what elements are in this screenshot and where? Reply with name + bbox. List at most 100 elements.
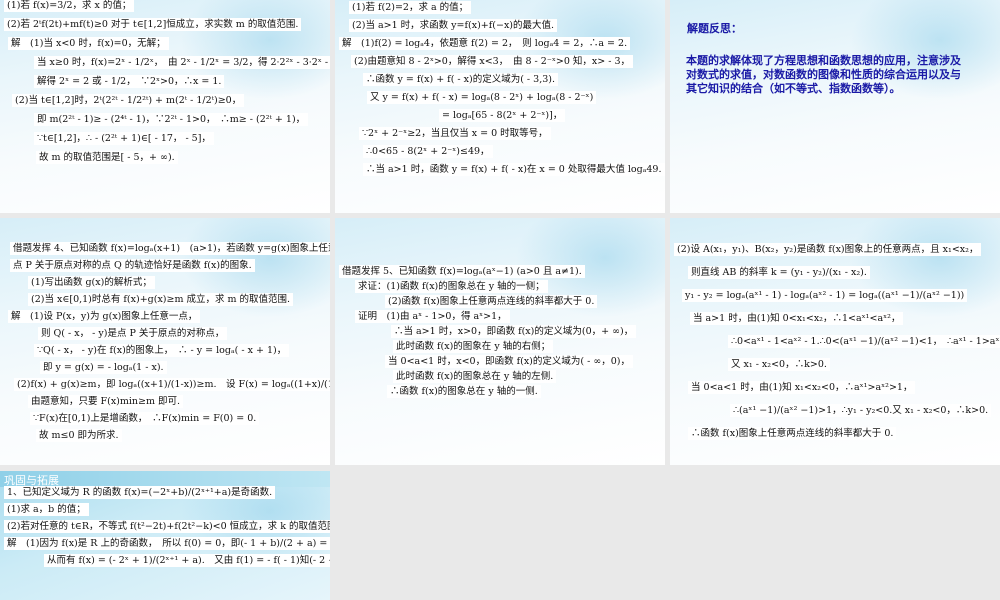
slide-text: 此时函数 f(x)的图象总在 y 轴的左侧. [393, 370, 557, 383]
slide-text-line: ∴当 a>1 时，函数 y = f(x) + f( - x)在 x = 0 处取… [339, 163, 665, 176]
slide-text-line: (2)当 t∈[1,2]时，2ᵗ(2²ᵗ - 1/2²ᵗ) + m(2ᵗ - 1… [4, 94, 326, 107]
slide-text-line: (2)f(x) + g(x)≥m，即 logₐ((x+1)/(1-x))≥m. … [4, 378, 330, 391]
slide-text-line: ∴函数 y = f(x) + f( - x)的定义域为( - 3,3). [339, 73, 661, 86]
slide-text: 则直线 AB 的斜率 k = (y₁ - y₂)/(x₁ - x₂). [688, 266, 870, 279]
slide-text: 又 x₁ - x₂<0，∴k>0. [728, 358, 830, 371]
slide-text: ∴0<65 - 8(2ˣ + 2⁻ˣ)≤49， [363, 145, 493, 158]
slide-thumbnail-6[interactable]: (2)设 A(x₁，y₁)、B(x₂，y₂)是函数 f(x)图象上的任意两点，且… [670, 218, 1000, 465]
slide-text: 当 0<a<1 时，由(1)知 x₁<x₂<0，∴aˣ¹>aˣ²>1， [688, 381, 916, 394]
slide-text-line: ∴函数 f(x)的图象总在 y 轴的一侧. [339, 385, 661, 398]
slide-text: ∵2ˣ + 2⁻ˣ≥2，当且仅当 x = 0 时取等号， [359, 127, 551, 140]
slide-text: ∵F(x)在[0,1)上是增函数， ∴F(x)min = F(0) = 0. [30, 412, 260, 425]
slide-text: (1)求 a，b 的值； [4, 503, 89, 516]
slide-text-line: (2)若对任意的 t∈R，不等式 f(t²−2t)+f(2t²−k)<0 恒成立… [4, 520, 330, 533]
slide-text: 即 m(2²ᵗ - 1)≥ - (2⁴ᵗ - 1)，∵2²ᵗ - 1>0， ∴m… [34, 113, 309, 126]
slide-text-line: (1)若 f(2)=2，求 a 的值； [339, 1, 661, 14]
slide-content: 借题发挥 5、已知函数 f(x)=logₐ(aˣ−1) (a>0 且 a≠1).… [335, 218, 665, 403]
slide-thumbnail-5[interactable]: 借题发挥 5、已知函数 f(x)=logₐ(aˣ−1) (a>0 且 a≠1).… [335, 218, 665, 465]
slide-content: (1)若 f(2)=2，求 a 的值； (2)当 a>1 时，求函数 y=f(x)… [335, 0, 665, 184]
slide-text-line: 解 (1)设 P(x，y)为 g(x)图象上任意一点， [4, 310, 326, 323]
slide-text-line: 当 a>1 时，由(1)知 0<x₁<x₂，∴1<aˣ¹<aˣ²， [674, 312, 996, 325]
slide-thumbnail-1[interactable]: (1)若 f(x)=3/2，求 x 的值； (2)若 2ᵗf(2t)+mf(t)≥… [0, 0, 330, 213]
slide-text-line: (1)写出函数 g(x)的解析式； [4, 276, 326, 289]
slide-text-line: 当 x≥0 时，f(x)=2ˣ - 1/2ˣ， 由 2ˣ - 1/2ˣ = 3/… [4, 56, 330, 69]
slide-text-line: ∴函数 f(x)图象上任意两点连线的斜率都大于 0. [674, 427, 996, 440]
slide-content: 借题发挥 4、已知函数 f(x)=logₐ(x+1) (a>1)，若函数 y=g… [0, 218, 330, 449]
slide-text: 解 (1)f(2) = logₐ4，依题意 f(2) = 2， 则 logₐ4 … [339, 37, 631, 50]
slide-thumbnail-4[interactable]: 借题发挥 4、已知函数 f(x)=logₐ(x+1) (a>1)，若函数 y=g… [0, 218, 330, 465]
slide-text-line: (1)求 a，b 的值； [4, 503, 326, 516]
slide-text-line: 点 P 关于原点对称的点 Q 的轨迹恰好是函数 f(x)的图象. [4, 259, 326, 272]
slide-content: 1、已知定义域为 R 的函数 f(x)=(−2ˣ+b)/(2ˣ⁺¹+a)是奇函数… [0, 486, 330, 574]
slide-heading: 巩固与拓展 [0, 471, 330, 487]
slide-thumbnail-3[interactable]: 解题反思： 本题的求解体现了方程思想和函数思想的应用，注意涉及对数式的求值，对数… [670, 0, 1000, 213]
slide-text: ∴函数 f(x)的图象总在 y 轴的一侧. [387, 385, 541, 398]
slide-text-line: 故 m≤0 即为所求. [4, 429, 326, 442]
slide-text-line: (2)由题意知 8 - 2ˣ>0，解得 x<3， 由 8 - 2⁻ˣ>0 知，x… [339, 55, 661, 68]
slide-text: 借题发挥 5、已知函数 f(x)=logₐ(aˣ−1) (a>0 且 a≠1). [339, 265, 585, 278]
slide-text: (2)当 a>1 时，求函数 y=f(x)+f(−x)的最大值. [349, 19, 558, 32]
slide-text-line: 借题发挥 4、已知函数 f(x)=logₐ(x+1) (a>1)，若函数 y=g… [4, 242, 330, 255]
slide-text: 又 y = f(x) + f( - x) = logₐ(8 - 2ˣ) + lo… [367, 91, 597, 104]
slide-text-line: (2)设 A(x₁，y₁)、B(x₂，y₂)是函数 f(x)图象上的任意两点，且… [674, 243, 996, 256]
slide-text-line: = logₐ[65 - 8(2ˣ + 2⁻ˣ)]， [339, 109, 661, 122]
slide-text: (2)当 x∈[0,1)时总有 f(x)+g(x)≥m 成立，求 m 的取值范围… [28, 293, 294, 306]
slide-text-line: 此时函数 f(x)的图象总在 y 轴的左侧. [339, 370, 661, 383]
slide-text: 解 (1)因为 f(x)是 R 上的奇函数， 所以 f(0) = 0，即(- 1… [4, 537, 330, 550]
slide-text: ∴0<aˣ¹ - 1<aˣ² - 1.∴0<(aˣ¹ −1)/(aˣ² −1)<… [728, 335, 1000, 348]
slide-thumbnail-7[interactable]: 巩固与拓展 1、已知定义域为 R 的函数 f(x)=(−2ˣ+b)/(2ˣ⁺¹+… [0, 471, 330, 600]
slide-text: (2)由题意知 8 - 2ˣ>0，解得 x<3， 由 8 - 2⁻ˣ>0 知，x… [351, 55, 634, 68]
slide-text-line: 故 m 的取值范围是[ - 5，+ ∞). [4, 151, 326, 164]
slide-text: 点 P 关于原点对称的点 Q 的轨迹恰好是函数 f(x)的图象. [10, 259, 255, 272]
slide-text-line: 借题发挥 5、已知函数 f(x)=logₐ(aˣ−1) (a>0 且 a≠1). [339, 265, 661, 278]
slide-text: 求证：(1)函数 f(x)的图象总在 y 轴的一侧； [355, 280, 548, 293]
slide-text-line: 即 m(2²ᵗ - 1)≥ - (2⁴ᵗ - 1)，∵2²ᵗ - 1>0， ∴m… [4, 113, 326, 126]
slide-text: (1)若 f(2)=2，求 a 的值； [349, 1, 472, 14]
slide-thumbnail-2[interactable]: (1)若 f(2)=2，求 a 的值； (2)当 a>1 时，求函数 y=f(x)… [335, 0, 665, 213]
slide-text-line: y₁ - y₂ = logₐ(aˣ¹ - 1) - logₐ(aˣ² - 1) … [674, 289, 996, 302]
slide-text: 故 m≤0 即为所求. [36, 429, 122, 442]
slide-title: 解题反思： [687, 22, 742, 35]
slide-text: (2)当 t∈[1,2]时，2ᵗ(2²ᵗ - 1/2²ᵗ) + m(2ᵗ - 1… [12, 94, 245, 107]
slide-text: ∴函数 y = f(x) + f( - x)的定义域为( - 3,3). [363, 73, 558, 86]
slide-text: 则 Q( - x， - y)是点 P 关于原点的对称点， [38, 327, 228, 340]
slide-text: 即 y = g(x) = - logₐ(1 - x). [40, 361, 167, 374]
slide-text-line: ∵t∈[1,2]，∴ - (2²ᵗ + 1)∈[ - 17， - 5]， [4, 132, 326, 145]
slide-text: ∵t∈[1,2]，∴ - (2²ᵗ + 1)∈[ - 17， - 5]， [34, 132, 214, 145]
slide-text: ∴当 a>1 时，函数 y = f(x) + f( - x)在 x = 0 处取… [363, 163, 665, 176]
slide-text-line: (2)若 2ᵗf(2t)+mf(t)≥0 对于 t∈[1,2]恒成立，求实数 m… [4, 18, 326, 31]
slide-text: 从而有 f(x) = (- 2ˣ + 1)/(2ˣ⁺¹ + a). 又由 f(1… [44, 554, 330, 567]
slide-content: (2)设 A(x₁，y₁)、B(x₂，y₂)是函数 f(x)图象上的任意两点，且… [670, 218, 1000, 453]
slide-text: 证明 (1)由 aˣ - 1>0，得 aˣ>1， [355, 310, 510, 323]
slide-content: (1)若 f(x)=3/2，求 x 的值； (2)若 2ᵗf(2t)+mf(t)≥… [0, 0, 330, 173]
slide-text-line: 即 y = g(x) = - logₐ(1 - x). [4, 361, 326, 374]
slide-text-line: ∴当 a>1 时，x>0，即函数 f(x)的定义域为(0，+ ∞)， [339, 325, 661, 338]
slide-text-line: 又 y = f(x) + f( - x) = logₐ(8 - 2ˣ) + lo… [339, 91, 661, 104]
slide-text: (1)若 f(x)=3/2，求 x 的值； [4, 0, 135, 12]
slide-text: (2)函数 f(x)图象上任意两点连线的斜率都大于 0. [385, 295, 598, 308]
slide-text-line: ∵2ˣ + 2⁻ˣ≥2，当且仅当 x = 0 时取等号， [339, 127, 661, 140]
slide-text: 解 (1)设 P(x，y)为 g(x)图象上任意一点， [8, 310, 201, 323]
slide-text: 解 (1)当 x<0 时，f(x)=0，无解； [8, 37, 169, 50]
slide-text: ∴函数 f(x)图象上任意两点连线的斜率都大于 0. [688, 427, 897, 440]
slide-text: 由题意知，只要 F(x)min≥m 即可. [28, 395, 184, 408]
slide-text-line: ∵F(x)在[0,1)上是增函数， ∴F(x)min = F(0) = 0. [4, 412, 326, 425]
slide-text-line: ∴0<aˣ¹ - 1<aˣ² - 1.∴0<(aˣ¹ −1)/(aˣ² −1)<… [674, 335, 1000, 348]
slide-text-line: 1、已知定义域为 R 的函数 f(x)=(−2ˣ+b)/(2ˣ⁺¹+a)是奇函数… [4, 486, 326, 499]
slide-text-line: (2)函数 f(x)图象上任意两点连线的斜率都大于 0. [339, 295, 661, 308]
slide-text: ∵Q( - x， - y)在 f(x)的图象上， ∴ - y = logₐ( -… [34, 344, 290, 357]
slide-text: 1、已知定义域为 R 的函数 f(x)=(−2ˣ+b)/(2ˣ⁺¹+a)是奇函数… [4, 486, 276, 499]
slide-text: (2)f(x) + g(x)≥m，即 logₐ((x+1)/(1-x))≥m. … [14, 378, 330, 391]
slide-text-line: 此时函数 f(x)的图象在 y 轴的右侧； [339, 340, 661, 353]
slide-text: ∴当 a>1 时，x>0，即函数 f(x)的定义域为(0，+ ∞)， [391, 325, 637, 338]
slide-text-line: 则 Q( - x， - y)是点 P 关于原点的对称点， [4, 327, 326, 340]
slide-text: 故 m 的取值范围是[ - 5，+ ∞). [36, 151, 178, 164]
slide-text: 当 a>1 时，由(1)知 0<x₁<x₂，∴1<aˣ¹<aˣ²， [690, 312, 904, 325]
slide-text: 解得 2ˣ = 2 或 - 1/2， ∵2ˣ>0，∴x = 1. [34, 75, 225, 88]
slide-text-line: ∴0<65 - 8(2ˣ + 2⁻ˣ)≤49， [339, 145, 661, 158]
slide-text: y₁ - y₂ = logₐ(aˣ¹ - 1) - logₐ(aˣ² - 1) … [682, 289, 968, 302]
slide-text: 借题发挥 4、已知函数 f(x)=logₐ(x+1) (a>1)，若函数 y=g… [10, 242, 330, 255]
slide-text-line: 解 (1)f(2) = logₐ4，依题意 f(2) = 2， 则 logₐ4 … [339, 37, 661, 50]
slide-text-line: 证明 (1)由 aˣ - 1>0，得 aˣ>1， [339, 310, 661, 323]
slide-body-text: 本题的求解体现了方程思想和函数思想的应用，注意涉及对数式的求值，对数函数的图像和… [686, 54, 961, 95]
